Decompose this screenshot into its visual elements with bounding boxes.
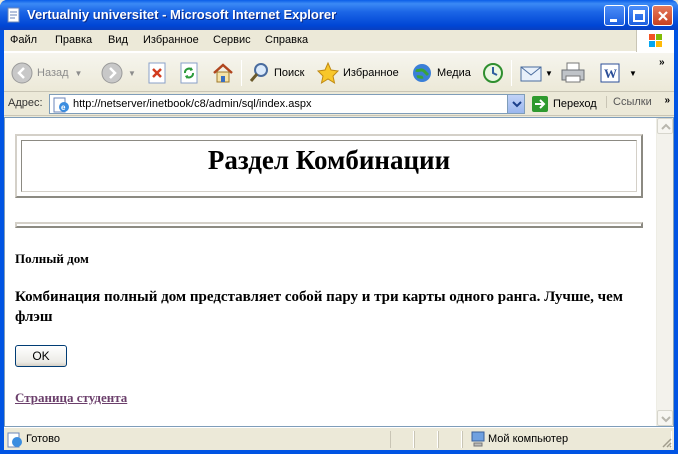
ok-button[interactable]: OK bbox=[15, 345, 67, 367]
edit-dropdown-icon[interactable]: ▼ bbox=[629, 69, 637, 78]
search-label: Поиск bbox=[274, 67, 305, 79]
forward-dropdown-icon[interactable]: ▼ bbox=[128, 69, 136, 78]
toolbar-separator bbox=[511, 60, 512, 86]
vertical-scrollbar[interactable] bbox=[656, 118, 673, 426]
svg-text:W: W bbox=[604, 66, 617, 81]
stop-button[interactable] bbox=[147, 53, 167, 93]
go-button[interactable]: Переход bbox=[531, 95, 597, 113]
combination-name: Полный дом bbox=[15, 251, 89, 266]
minimize-button[interactable] bbox=[604, 5, 625, 26]
toolbar-separator bbox=[241, 60, 242, 86]
window-title: Vertualniy universitet - Microsoft Inter… bbox=[27, 7, 337, 22]
printer-icon bbox=[561, 62, 585, 83]
status-panel bbox=[414, 431, 438, 448]
student-page-link[interactable]: Страница студента bbox=[15, 390, 127, 406]
ie-page-icon: e bbox=[53, 97, 69, 113]
media-globe-icon bbox=[413, 64, 431, 82]
menu-file[interactable]: Файл bbox=[10, 34, 37, 46]
scroll-down-arrow-icon bbox=[661, 416, 671, 423]
chevron-down-icon bbox=[512, 101, 522, 108]
my-computer-icon bbox=[471, 431, 485, 447]
edit-button[interactable]: W ▼ bbox=[599, 53, 637, 93]
stop-icon bbox=[148, 62, 166, 84]
standard-toolbar: Назад ▼ ▼ Поиск Избранное Медиа ▼ W ▼ » bbox=[4, 52, 674, 92]
refresh-button[interactable] bbox=[179, 53, 199, 93]
web-page: Раздел Комбинации Полный дом Комбинация … bbox=[5, 118, 655, 426]
windows-flag-icon bbox=[649, 34, 662, 47]
windows-logo bbox=[636, 30, 674, 52]
scroll-down-button[interactable] bbox=[657, 410, 673, 426]
toolbar-overflow-chevron-icon[interactable]: » bbox=[659, 57, 665, 68]
star-icon bbox=[316, 61, 340, 85]
refresh-icon bbox=[180, 62, 198, 84]
scroll-up-button[interactable] bbox=[657, 118, 673, 134]
search-button[interactable]: Поиск bbox=[247, 53, 304, 93]
home-icon bbox=[213, 63, 233, 83]
status-panel bbox=[390, 431, 414, 448]
forward-button[interactable]: ▼ bbox=[100, 53, 136, 93]
back-button[interactable]: Назад ▼ bbox=[10, 53, 82, 93]
print-button[interactable] bbox=[560, 53, 586, 93]
maximize-button[interactable] bbox=[628, 5, 649, 26]
window-client-area: Файл Правка Вид Избранное Сервис Справка… bbox=[4, 30, 674, 450]
back-dropdown-icon[interactable]: ▼ bbox=[75, 69, 83, 78]
title-bar[interactable]: Vertualniy universitet - Microsoft Inter… bbox=[0, 0, 678, 30]
heading-frame: Раздел Комбинации bbox=[15, 134, 643, 198]
home-button[interactable] bbox=[211, 53, 235, 93]
browser-window: Vertualniy universitet - Microsoft Inter… bbox=[0, 0, 678, 454]
page-title: Раздел Комбинации bbox=[207, 145, 451, 175]
menu-edit[interactable]: Правка bbox=[55, 34, 92, 46]
status-bar: Готово Мой компьютер bbox=[4, 427, 674, 450]
history-clock-icon bbox=[483, 63, 503, 83]
minimize-icon bbox=[610, 19, 617, 22]
status-panel bbox=[438, 431, 462, 448]
forward-arrow-icon bbox=[101, 62, 123, 84]
menu-tools[interactable]: Сервис bbox=[213, 34, 251, 46]
resize-grip-icon[interactable] bbox=[660, 436, 672, 448]
media-label: Медиа bbox=[437, 67, 471, 79]
links-overflow-chevron-icon[interactable]: » bbox=[664, 95, 670, 106]
status-text: Готово bbox=[26, 433, 60, 445]
search-icon bbox=[249, 63, 268, 82]
favorites-button[interactable]: Избранное bbox=[316, 53, 399, 93]
close-icon bbox=[658, 11, 668, 21]
go-arrow-icon bbox=[532, 96, 548, 112]
go-label: Переход bbox=[553, 98, 597, 110]
address-label: Адрес: bbox=[8, 97, 43, 109]
address-dropdown-button[interactable] bbox=[507, 95, 524, 113]
word-edit-icon: W bbox=[600, 63, 620, 83]
history-button[interactable] bbox=[481, 53, 505, 93]
horizontal-rule bbox=[15, 222, 643, 228]
ie-page-icon bbox=[7, 432, 22, 448]
links-toolbar[interactable]: Ссылки bbox=[606, 96, 666, 108]
mail-dropdown-icon[interactable]: ▼ bbox=[545, 69, 553, 78]
back-label: Назад bbox=[37, 67, 69, 79]
favorites-label: Избранное bbox=[343, 67, 399, 79]
menu-bar: Файл Правка Вид Избранное Сервис Справка bbox=[4, 30, 674, 52]
ie-page-icon bbox=[7, 7, 20, 23]
svg-text:e: e bbox=[61, 103, 66, 112]
menu-view[interactable]: Вид bbox=[108, 34, 128, 46]
media-button[interactable]: Медиа bbox=[410, 53, 471, 93]
address-url: http://netserver/inetbook/c8/admin/sql/i… bbox=[73, 98, 312, 110]
mail-button[interactable]: ▼ bbox=[519, 53, 553, 93]
page-viewport: Раздел Комбинации Полный дом Комбинация … bbox=[4, 117, 674, 427]
address-bar: Адрес: e http://netserver/inetbook/c8/ad… bbox=[4, 92, 674, 116]
mail-envelope-icon bbox=[520, 66, 542, 82]
close-button[interactable] bbox=[652, 5, 673, 26]
menu-help[interactable]: Справка bbox=[265, 34, 308, 46]
address-input[interactable]: e http://netserver/inetbook/c8/admin/sql… bbox=[49, 94, 525, 114]
maximize-icon bbox=[633, 10, 645, 22]
menu-favorites[interactable]: Избранное bbox=[143, 34, 199, 46]
scroll-up-arrow-icon bbox=[661, 123, 671, 130]
zone-text: Мой компьютер bbox=[488, 433, 569, 445]
combination-description: Комбинация полный дом представляет собой… bbox=[15, 289, 623, 325]
back-arrow-icon bbox=[11, 62, 33, 84]
